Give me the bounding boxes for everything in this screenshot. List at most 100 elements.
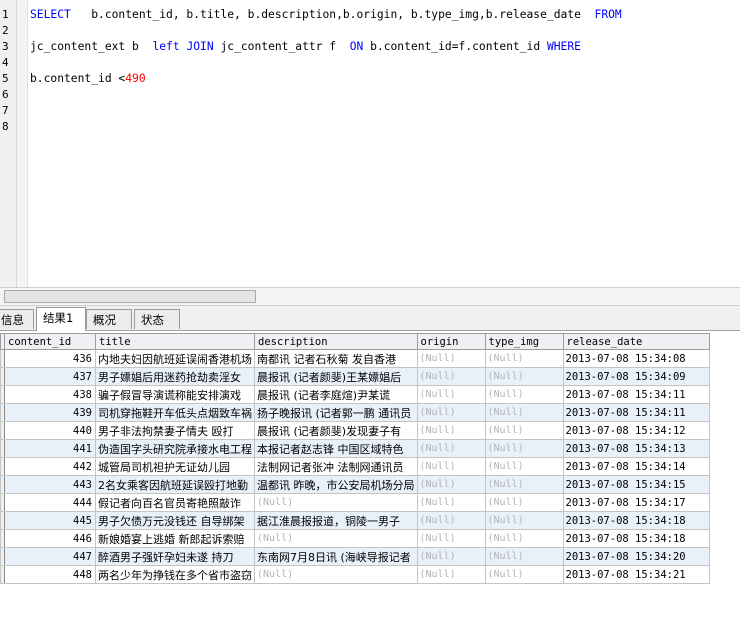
table-row[interactable]: 447 醉酒男子强奸孕妇未遂 持刀 东南网7月8日讯 (海峡导报记者 (Null) (N… [0,547,710,566]
table-row[interactable]: 442 城管局司机袒护无证幼儿园 法制网记者张冲 法制网通讯员 (Null) (Null… [0,457,710,476]
column-header[interactable]: origin [416,333,486,350]
cell-content-id[interactable]: 445 [4,511,96,530]
cell-description[interactable]: 据江淮晨报报道，铜陵一男子 [254,511,418,530]
cell-title[interactable]: 2名女乘客因航班延误殴打地勤 [95,475,255,494]
tab-result1[interactable]: 结果1 [36,307,86,331]
cell-title[interactable]: 新娘婚宴上逃婚 新郎起诉索赔 [95,529,255,548]
cell-release-date[interactable]: 2013-07-08 15:34:09 [562,367,710,386]
cell-type-img[interactable]: (Null) [484,565,564,584]
cell-release-date[interactable]: 2013-07-08 15:34:18 [562,529,710,548]
cell-release-date[interactable]: 2013-07-08 15:34:15 [562,475,710,494]
cell-content-id[interactable]: 443 [4,475,96,494]
cell-title[interactable]: 伪造国字头研究院承接水电工程 [95,439,255,458]
table-row[interactable]: 438 骗子假冒导演谎称能安排演戏 晨报讯 (记者李庭煊)尹某谎 (Null) (Nul… [0,385,710,404]
table-row[interactable]: 448 两名少年为挣钱在多个省市盗窃 (Null) (Null) (Null) 2013-… [0,565,710,584]
cell-origin[interactable]: (Null) [416,421,486,440]
cell-type-img[interactable]: (Null) [484,529,564,548]
cell-release-date[interactable]: 2013-07-08 15:34:21 [562,565,710,584]
cell-release-date[interactable]: 2013-07-08 15:34:17 [562,493,710,512]
cell-title[interactable]: 男子欠债万元没钱还 自导绑架 [95,511,255,530]
cell-origin[interactable]: (Null) [416,475,486,494]
cell-description[interactable]: (Null) [254,493,418,512]
cell-release-date[interactable]: 2013-07-08 15:34:18 [562,511,710,530]
table-row[interactable]: 446 新娘婚宴上逃婚 新郎起诉索赔 (Null) (Null) (Null) 2013-… [0,529,710,548]
table-row[interactable]: 444 假记者向百名官员寄艳照敲诈 (Null) (Null) (Null) 2013-0… [0,493,710,512]
cell-title[interactable]: 内地夫妇因航班延误闹香港机场 [95,349,255,368]
cell-origin[interactable]: (Null) [416,367,486,386]
cell-content-id[interactable]: 437 [4,367,96,386]
cell-type-img[interactable]: (Null) [484,385,564,404]
result-grid[interactable]: content_id title description origin type… [0,333,740,643]
cell-type-img[interactable]: (Null) [484,421,564,440]
cell-release-date[interactable]: 2013-07-08 15:34:12 [562,421,710,440]
sql-editor[interactable]: 1 2 3 4 5 6 7 8 SELECT b.content_id, b.t… [0,0,740,287]
cell-type-img[interactable]: (Null) [484,547,564,566]
table-row[interactable]: 440 男子非法拘禁妻子情夫 殴打 晨报讯 (记者颜斐)发现妻子有 (Null) (Nu… [0,421,710,440]
cell-release-date[interactable]: 2013-07-08 15:34:13 [562,439,710,458]
cell-origin[interactable]: (Null) [416,403,486,422]
tab-status[interactable]: 状态 [134,309,180,329]
tab-profile[interactable]: 概况 [86,309,132,329]
cell-title[interactable]: 两名少年为挣钱在多个省市盗窃 [95,565,255,584]
table-row[interactable]: 445 男子欠债万元没钱还 自导绑架 据江淮晨报报道，铜陵一男子 (Null) (Nul… [0,511,710,530]
cell-type-img[interactable]: (Null) [484,457,564,476]
code-line-3[interactable]: jc_content_ext b left JOIN jc_content_at… [30,39,581,55]
cell-release-date[interactable]: 2013-07-08 15:34:20 [562,547,710,566]
column-header[interactable]: description [254,333,418,350]
cell-content-id[interactable]: 444 [4,493,96,512]
tab-info[interactable]: 信息 [0,309,34,329]
cell-type-img[interactable]: (Null) [484,475,564,494]
cell-title[interactable]: 司机穿拖鞋开车低头点烟致车祸 [95,403,255,422]
cell-origin[interactable]: (Null) [416,349,486,368]
cell-content-id[interactable]: 448 [4,565,96,584]
table-row[interactable]: 443 2名女乘客因航班延误殴打地勤 温都讯 昨晚，市公安局机场分局 (Null) (N… [0,475,710,494]
cell-origin[interactable]: (Null) [416,493,486,512]
cell-origin[interactable]: (Null) [416,439,486,458]
cell-description[interactable]: 晨报讯 (记者李庭煊)尹某谎 [254,385,418,404]
cell-content-id[interactable]: 438 [4,385,96,404]
table-row[interactable]: 437 男子嫖娼后用迷药抢劫卖淫女 晨报讯 (记者颜斐)王某嫖娼后 (Null) (Nu… [0,367,710,386]
cell-type-img[interactable]: (Null) [484,403,564,422]
cell-title[interactable]: 骗子假冒导演谎称能安排演戏 [95,385,255,404]
cell-content-id[interactable]: 441 [4,439,96,458]
cell-title[interactable]: 城管局司机袒护无证幼儿园 [95,457,255,476]
cell-type-img[interactable]: (Null) [484,439,564,458]
table-row[interactable]: 439 司机穿拖鞋开车低头点烟致车祸 扬子晚报讯 (记者郭一鹏 通讯员 (Null)(… [0,403,710,422]
cell-description[interactable]: 本报记者赵志锋 中国区域特色 [254,439,418,458]
cell-type-img[interactable]: (Null) [484,511,564,530]
cell-title[interactable]: 男子嫖娼后用迷药抢劫卖淫女 [95,367,255,386]
table-row[interactable]: 441 伪造国字头研究院承接水电工程 本报记者赵志锋 中国区域特色 (Null) (Nu… [0,439,710,458]
cell-description[interactable]: 温都讯 昨晚，市公安局机场分局 [254,475,418,494]
cell-origin[interactable]: (Null) [416,457,486,476]
cell-content-id[interactable]: 442 [4,457,96,476]
cell-type-img[interactable]: (Null) [484,349,564,368]
code-line-1[interactable]: SELECT b.content_id, b.title, b.descript… [30,7,622,23]
cell-origin[interactable]: (Null) [416,565,486,584]
code-line-5[interactable]: b.content_id <490 [30,71,146,87]
cell-description[interactable]: 南都讯 记者石秋菊 发自香港 [254,349,418,368]
cell-type-img[interactable]: (Null) [484,367,564,386]
cell-description[interactable]: 东南网7月8日讯 (海峡导报记者 [254,547,418,566]
cell-title[interactable]: 假记者向百名官员寄艳照敲诈 [95,493,255,512]
cell-type-img[interactable]: (Null) [484,493,564,512]
cell-description[interactable]: 晨报讯 (记者颜斐)发现妻子有 [254,421,418,440]
cell-content-id[interactable]: 447 [4,547,96,566]
cell-description[interactable]: 扬子晚报讯 (记者郭一鹏 通讯员 [254,403,418,422]
cell-release-date[interactable]: 2013-07-08 15:34:14 [562,457,710,476]
scrollbar-thumb[interactable] [4,290,256,303]
cell-content-id[interactable]: 446 [4,529,96,548]
cell-title[interactable]: 男子非法拘禁妻子情夫 殴打 [95,421,255,440]
cell-description[interactable]: (Null) [254,529,418,548]
cell-origin[interactable]: (Null) [416,547,486,566]
column-header[interactable]: title [95,333,255,350]
cell-release-date[interactable]: 2013-07-08 15:34:11 [562,403,710,422]
cell-origin[interactable]: (Null) [416,385,486,404]
cell-origin[interactable]: (Null) [416,529,486,548]
cell-description[interactable]: 法制网记者张冲 法制网通讯员 [254,457,418,476]
cell-release-date[interactable]: 2013-07-08 15:34:08 [562,349,710,368]
cell-description[interactable]: (Null) [254,565,418,584]
table-row[interactable]: 436 内地夫妇因航班延误闹香港机场 南都讯 记者石秋菊 发自香港 (Null) (Nu… [0,349,710,368]
cell-content-id[interactable]: 440 [4,421,96,440]
cell-content-id[interactable]: 436 [4,349,96,368]
editor-horizontal-scrollbar[interactable] [0,287,740,306]
